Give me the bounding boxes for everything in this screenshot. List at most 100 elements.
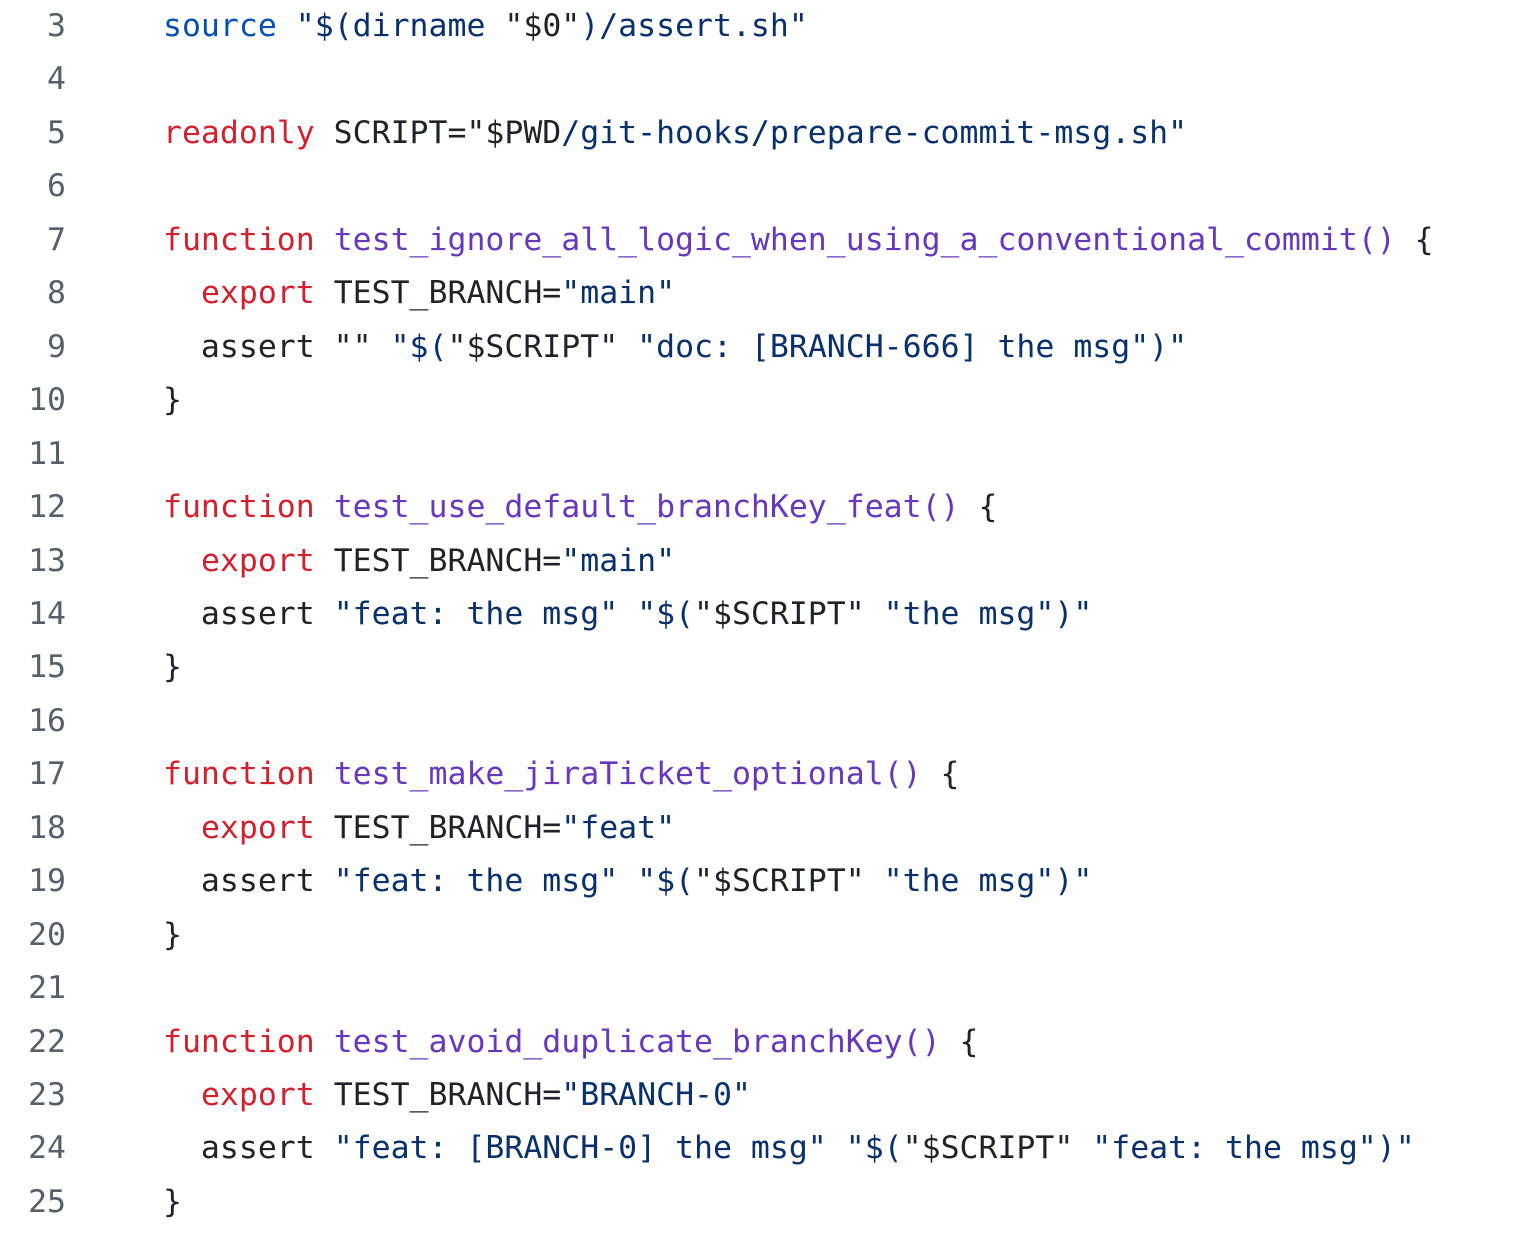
token-plain: TEST_BRANCH= bbox=[314, 809, 562, 846]
token-plain: TEST_BRANCH= bbox=[314, 542, 562, 579]
token-kw: export bbox=[200, 1077, 315, 1113]
token-kw: export bbox=[200, 542, 315, 579]
token-fn: test_ignore_all_logic_when_using_a_conve… bbox=[333, 221, 1396, 258]
line-content: } bbox=[163, 374, 182, 427]
line-number[interactable]: 3 bbox=[0, 0, 66, 53]
token-fn: test_make_jiraTicket_optional() bbox=[333, 756, 922, 793]
token-plain: "$SCRIPT" bbox=[694, 595, 865, 632]
token-str: "$( bbox=[390, 328, 448, 365]
code-line: 4 bbox=[0, 53, 1514, 106]
line-number[interactable]: 17 bbox=[0, 748, 66, 801]
token-kw: function bbox=[163, 756, 315, 793]
token-kw: function bbox=[163, 489, 315, 526]
code-line: 3 source "$(dirname "$0")/assert.sh" bbox=[0, 0, 1514, 53]
token-plain: SCRIPT="$PWD bbox=[314, 114, 562, 151]
token-str: "main" bbox=[561, 275, 676, 312]
line-number[interactable]: 22 bbox=[0, 1016, 66, 1069]
token-plain: "$SCRIPT" bbox=[694, 863, 865, 900]
line-content: } bbox=[163, 641, 182, 694]
code-line: 20} bbox=[0, 909, 1514, 962]
code-line: 16 bbox=[0, 695, 1514, 748]
token-plain: assert bbox=[163, 863, 334, 900]
token-str: "$(dirname bbox=[295, 8, 505, 44]
line-number[interactable]: 9 bbox=[0, 321, 66, 374]
code-line: 21 bbox=[0, 962, 1514, 1015]
line-number[interactable]: 24 bbox=[0, 1122, 66, 1175]
line-content: } bbox=[163, 1176, 182, 1229]
code-line: 23 export TEST_BRANCH="BRANCH-0" bbox=[0, 1069, 1514, 1122]
code-line: 9 assert "" "$("$SCRIPT" "doc: [BRANCH-6… bbox=[0, 321, 1514, 374]
token-str: "feat: the msg" "$( bbox=[333, 595, 695, 632]
line-content: assert "feat: the msg" "$("$SCRIPT" "the… bbox=[163, 855, 1092, 908]
line-number[interactable]: 20 bbox=[0, 909, 66, 962]
token-plain: } bbox=[163, 916, 182, 953]
token-str: "feat" bbox=[561, 809, 676, 846]
line-content: function test_avoid_duplicate_branchKey(… bbox=[163, 1016, 979, 1069]
line-number[interactable]: 12 bbox=[0, 481, 66, 534]
code-line: 24 assert "feat: [BRANCH-0] the msg" "$(… bbox=[0, 1122, 1514, 1175]
token-plain: assert "" bbox=[163, 328, 391, 365]
line-number[interactable]: 18 bbox=[0, 802, 66, 855]
token-plain: TEST_BRANCH= bbox=[314, 1077, 562, 1113]
line-number[interactable]: 5 bbox=[0, 107, 66, 160]
token-plain: TEST_BRANCH= bbox=[314, 275, 562, 312]
token-plain: { bbox=[940, 1023, 979, 1060]
code-line: 10} bbox=[0, 374, 1514, 427]
code-line: 7 function test_ignore_all_logic_when_usi… bbox=[0, 214, 1514, 267]
token-plain: } bbox=[163, 382, 182, 419]
code-line: 11 bbox=[0, 428, 1514, 481]
line-number[interactable]: 16 bbox=[0, 695, 66, 748]
token-kw: export bbox=[200, 809, 315, 846]
token-str: "the msg")" bbox=[864, 863, 1093, 900]
line-number[interactable]: 4 bbox=[0, 53, 66, 106]
token-plain: { bbox=[921, 756, 960, 793]
line-number[interactable]: 25 bbox=[0, 1176, 66, 1229]
code-line: 22 function test_avoid_duplicate_branchKe… bbox=[0, 1016, 1514, 1069]
line-number[interactable]: 8 bbox=[0, 267, 66, 320]
line-content: export TEST_BRANCH="feat" bbox=[163, 802, 675, 855]
line-content: source "$(dirname "$0")/assert.sh" bbox=[163, 0, 808, 53]
code-line: 8 export TEST_BRANCH="main" bbox=[0, 267, 1514, 320]
line-number[interactable]: 6 bbox=[0, 160, 66, 213]
token-plain: } bbox=[163, 1183, 182, 1220]
token-str: /git-hooks/prepare-commit-msg.sh" bbox=[561, 114, 1188, 151]
line-content: function test_ignore_all_logic_when_usin… bbox=[163, 214, 1434, 267]
line-number[interactable]: 19 bbox=[0, 855, 66, 908]
token-kw: export bbox=[200, 275, 315, 312]
line-content: assert "feat: [BRANCH-0] the msg" "$("$S… bbox=[163, 1122, 1415, 1175]
code-line: 15} bbox=[0, 641, 1514, 694]
line-number[interactable]: 13 bbox=[0, 535, 66, 588]
line-content: assert "feat: the msg" "$("$SCRIPT" "the… bbox=[163, 588, 1092, 641]
line-number[interactable]: 21 bbox=[0, 962, 66, 1015]
token-kw: readonly bbox=[163, 114, 315, 151]
line-number[interactable]: 10 bbox=[0, 374, 66, 427]
line-content: function test_make_jiraTicket_optional()… bbox=[163, 748, 960, 801]
token-str: "main" bbox=[561, 542, 676, 579]
token-str: "feat: the msg")" bbox=[1073, 1130, 1415, 1167]
code-line: 17 function test_make_jiraTicket_optional… bbox=[0, 748, 1514, 801]
line-content: assert "" "$("$SCRIPT" "doc: [BRANCH-666… bbox=[163, 321, 1187, 374]
token-kw: function bbox=[163, 1023, 315, 1060]
code-line: 6 bbox=[0, 160, 1514, 213]
line-number[interactable]: 14 bbox=[0, 588, 66, 641]
token-builtin: source bbox=[163, 8, 277, 44]
code-line: 25} bbox=[0, 1176, 1514, 1229]
token-plain: "$SCRIPT" bbox=[902, 1130, 1074, 1167]
token-plain: assert bbox=[163, 1130, 334, 1167]
line-number[interactable]: 23 bbox=[0, 1069, 66, 1122]
token-plain: { bbox=[959, 489, 998, 526]
code-line: 19 assert "feat: the msg" "$("$SCRIPT" "… bbox=[0, 855, 1514, 908]
line-content: readonly SCRIPT="$PWD/git-hooks/prepare-… bbox=[163, 107, 1187, 160]
token-plain: "$0" bbox=[504, 8, 581, 44]
line-number[interactable]: 15 bbox=[0, 641, 66, 694]
line-number[interactable]: 7 bbox=[0, 214, 66, 267]
line-number[interactable]: 11 bbox=[0, 428, 66, 481]
line-content: } bbox=[163, 909, 182, 962]
